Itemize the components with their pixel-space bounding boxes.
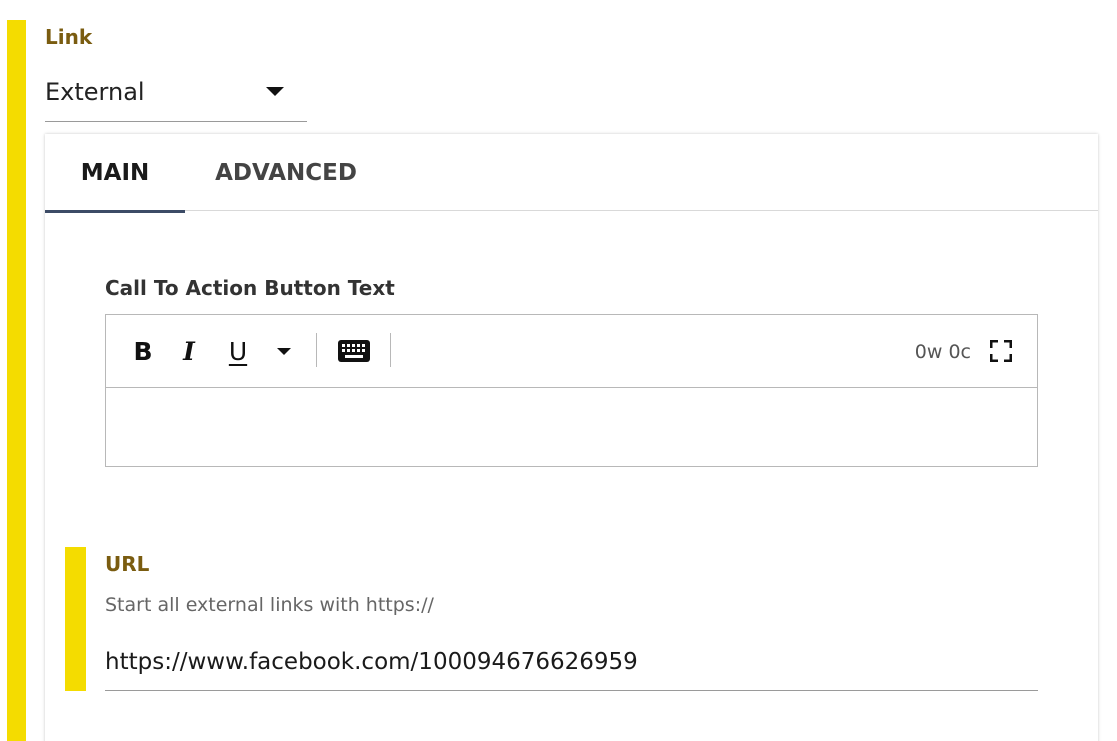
url-field-label: URL xyxy=(105,552,150,576)
form-root: Link External MAIN ADVANCED Call To Acti… xyxy=(0,0,1117,741)
tab-main[interactable]: MAIN xyxy=(45,134,185,213)
cta-rich-text-editor: B I U 0w 0c xyxy=(105,314,1038,467)
toolbar-divider xyxy=(390,333,391,367)
keyboard-icon xyxy=(338,340,370,362)
more-formats-button[interactable] xyxy=(272,333,296,369)
tab-advanced[interactable]: ADVANCED xyxy=(205,134,367,211)
fullscreen-button[interactable] xyxy=(989,337,1013,365)
chevron-down-icon xyxy=(277,347,291,355)
editor-content-area[interactable] xyxy=(106,389,1037,466)
toolbar-divider xyxy=(316,333,317,367)
keyboard-button[interactable] xyxy=(336,333,372,369)
bold-button[interactable]: B xyxy=(130,333,156,369)
url-field-hint: Start all external links with https:// xyxy=(105,594,434,616)
url-input[interactable]: https://www.facebook.com/100094676626959 xyxy=(105,639,1038,691)
word-char-counter: 0w 0c xyxy=(914,341,971,363)
url-field-accent-bar xyxy=(65,547,86,691)
italic-button[interactable]: I xyxy=(176,333,202,369)
chevron-down-icon xyxy=(266,87,284,96)
editor-toolbar: B I U 0w 0c xyxy=(106,315,1037,388)
tab-bar: MAIN ADVANCED xyxy=(45,134,1098,213)
link-field-label: Link xyxy=(45,25,93,49)
underline-button[interactable]: U xyxy=(224,333,252,369)
link-type-select-value: External xyxy=(45,77,145,106)
link-type-select[interactable]: External xyxy=(45,70,307,122)
link-settings-panel: MAIN ADVANCED Call To Action Button Text… xyxy=(45,134,1098,741)
cta-button-text-label: Call To Action Button Text xyxy=(105,276,395,300)
fullscreen-icon xyxy=(990,340,1012,362)
link-field-accent-bar xyxy=(7,20,26,741)
